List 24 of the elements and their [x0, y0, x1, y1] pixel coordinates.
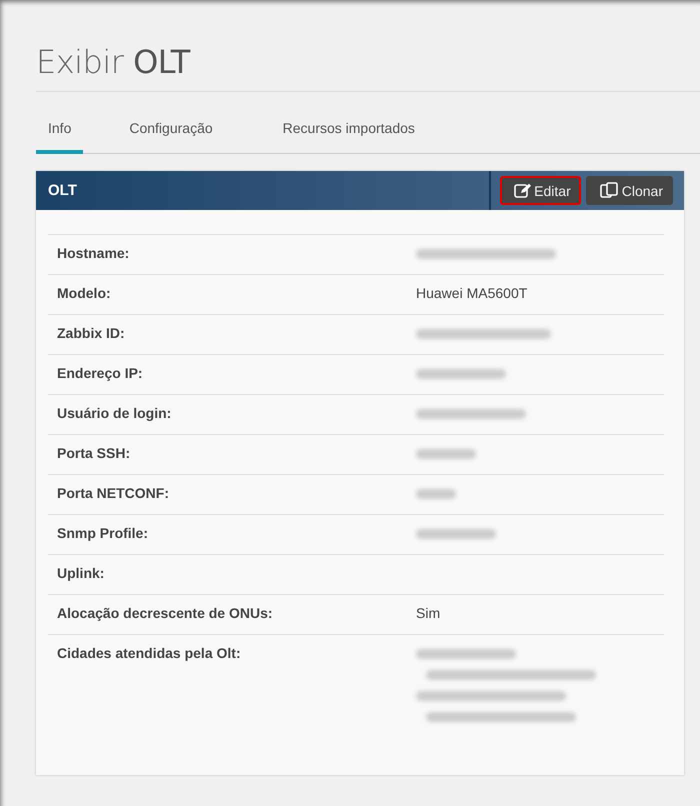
field-label: Modelo: [57, 285, 112, 303]
field-label: Porta NETCONF: [57, 485, 170, 503]
field-label: Zabbix ID: [57, 325, 126, 343]
clone-button[interactable]: Clonar [586, 176, 673, 205]
edit-button[interactable]: Editar [500, 176, 581, 205]
field-label: Endereço IP: [57, 365, 144, 383]
field-label: Usuário de login: [57, 405, 172, 423]
field-label: Porta SSH: [57, 445, 132, 463]
tab[interactable]: Configuração [117, 116, 225, 154]
panel-title: OLT [47, 182, 77, 199]
field-value: Huawei MA5600T [416, 285, 528, 301]
redacted-value [416, 489, 456, 499]
copy-icon [600, 182, 620, 200]
redacted-value [416, 449, 476, 459]
field-label: Cidades atendidas pela Olt: [57, 645, 242, 663]
field-label: Uplink: [57, 565, 106, 583]
field-label: Alocação decrescente de ONUs: [57, 605, 274, 623]
tab[interactable]: Recursos importados [270, 116, 427, 154]
page-title: Exibir OLT [36, 42, 192, 83]
field-value: Sim [416, 605, 440, 621]
edit-icon [514, 182, 532, 198]
field-label: Snmp Profile: [57, 525, 150, 543]
field-label: Hostname: [57, 245, 130, 263]
tab[interactable]: Info [36, 116, 84, 154]
